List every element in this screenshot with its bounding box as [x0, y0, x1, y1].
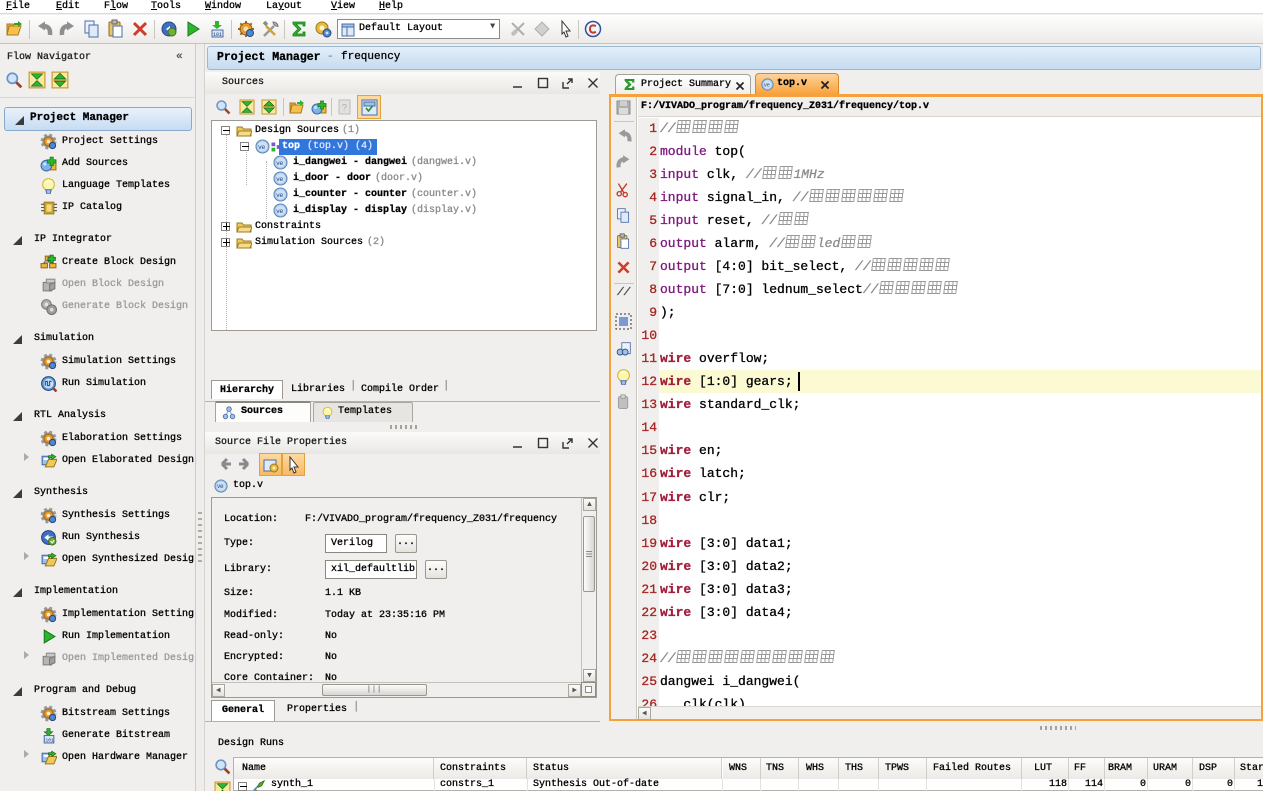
- svg-text:?: ?: [342, 103, 348, 114]
- svg-text:101: 101: [213, 32, 222, 38]
